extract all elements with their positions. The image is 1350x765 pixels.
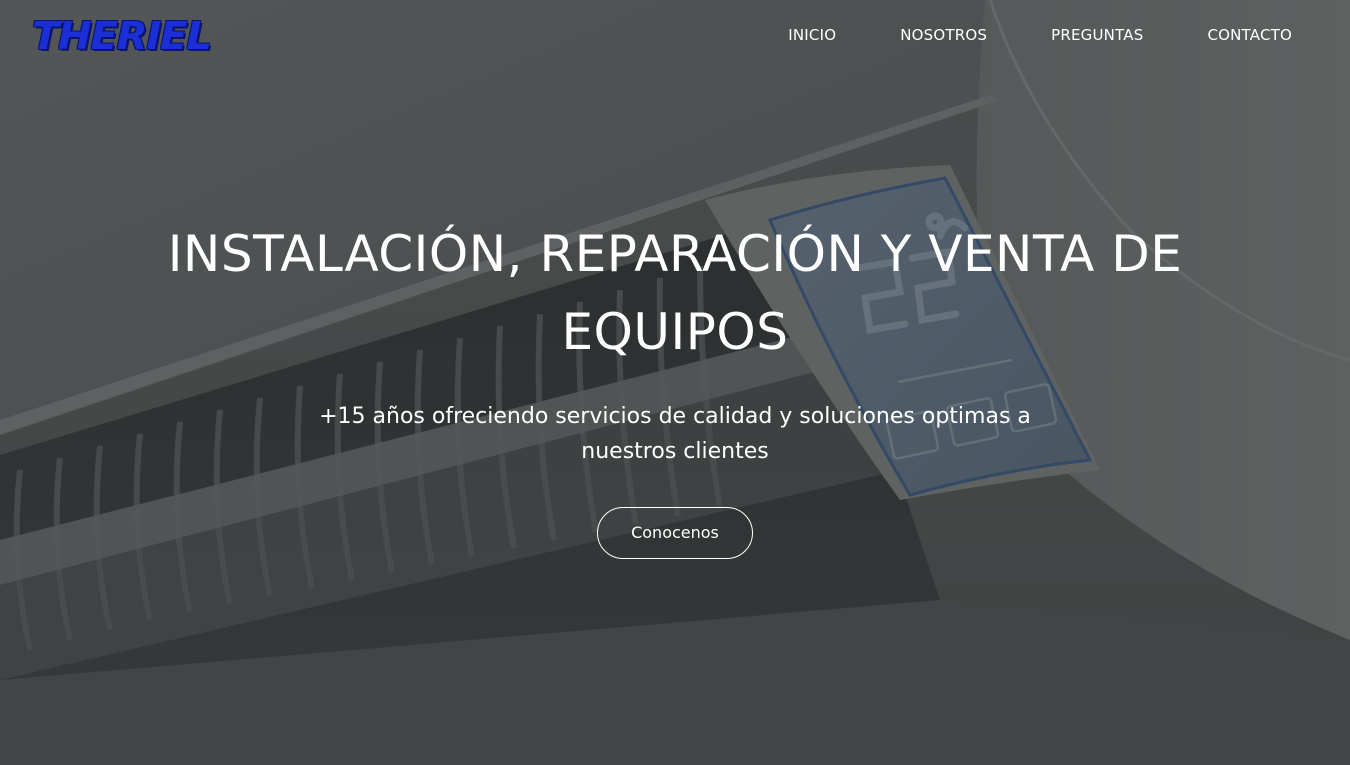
hero-section: THERIEL INICIO NOSOTROS PREGUNTAS CONTAC… [0,0,1350,765]
nav-item-contacto[interactable]: CONTACTO [1207,26,1292,44]
hero-content: INSTALACIÓN, REPARACIÓN Y VENTA DE EQUIP… [0,215,1350,559]
hero-subtitle: +15 años ofreciendo servicios de calidad… [319,404,1031,464]
nav-item-nosotros[interactable]: NOSOTROS [900,26,987,44]
nav-item-preguntas[interactable]: PREGUNTAS [1051,26,1143,44]
conocenos-button[interactable]: Conocenos [597,507,753,559]
brand-logo[interactable]: THERIEL [32,14,212,58]
hero-headline: INSTALACIÓN, REPARACIÓN Y VENTA DE EQUIP… [167,225,1183,361]
nav-item-inicio[interactable]: INICIO [788,26,836,44]
main-nav: INICIO NOSOTROS PREGUNTAS CONTACTO [788,26,1292,44]
